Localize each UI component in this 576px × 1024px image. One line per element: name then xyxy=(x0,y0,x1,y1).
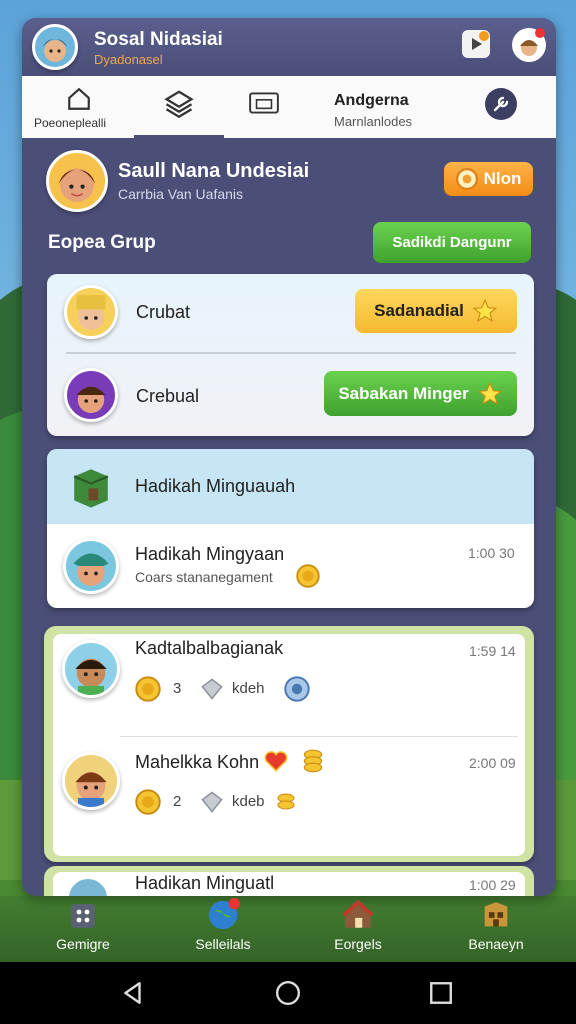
nav-item-home-label: Eorgels xyxy=(334,936,382,952)
coin-icon xyxy=(135,789,161,815)
reward-item-subtitle: Coars stananegament xyxy=(135,569,273,585)
nav-item-shop[interactable]: Benaeyn xyxy=(448,898,544,960)
notification-icon[interactable] xyxy=(462,30,490,58)
divider xyxy=(120,736,518,737)
nav-item-shop-label: Benaeyn xyxy=(468,936,524,952)
member-action-label: Sadanadial xyxy=(374,301,464,320)
coin-icon xyxy=(135,676,161,702)
group-action-button[interactable]: Sadikdi Dangunr xyxy=(373,222,531,263)
reward-card xyxy=(47,449,534,608)
partial-card-inner xyxy=(53,872,525,896)
nav-item-home[interactable]: Eorgels xyxy=(316,898,400,960)
friend-coins: 2 xyxy=(173,793,182,810)
token-icon xyxy=(284,676,310,702)
tab-layers[interactable] xyxy=(134,76,224,138)
reward-card-title: Hadikah Minguauah xyxy=(135,476,296,496)
member-name: Crubat xyxy=(136,302,191,322)
partial-avatar[interactable] xyxy=(66,876,110,896)
profile-avatar[interactable] xyxy=(46,150,108,212)
house-icon xyxy=(342,899,374,928)
profile-name: Saull Nana Undesiai xyxy=(118,160,310,182)
tab-settings[interactable]: Andgerna Marnlanlodes xyxy=(310,76,556,138)
member-action-label: Sabakan Minger xyxy=(338,383,469,403)
gem-icon xyxy=(201,791,223,813)
member-avatar[interactable] xyxy=(64,368,118,422)
nav-item-social-label: Selleilals xyxy=(195,936,251,952)
coin-stack-icon xyxy=(277,793,295,810)
star-icon xyxy=(477,381,502,405)
nav-item-social[interactable]: Selleilals xyxy=(180,898,266,960)
star-icon xyxy=(472,298,498,322)
back-icon[interactable] xyxy=(120,980,146,1006)
tab-home-label: Poeoneplealli xyxy=(34,116,107,130)
header-subtitle: Dyadonasel xyxy=(94,52,163,67)
divider xyxy=(66,352,516,354)
nav-item-game[interactable]: Gemigre xyxy=(42,898,124,960)
coin-stack-icon xyxy=(303,749,323,773)
tab-shop[interactable] xyxy=(224,76,310,138)
member-name: Crebual xyxy=(136,386,200,406)
reward-item-time: 1:00 30 xyxy=(468,545,515,561)
nav-item-game-label: Gemigre xyxy=(56,936,110,952)
status-badge-label: Nlon xyxy=(483,169,522,188)
group-action-label: Sadikdi Dangunr xyxy=(392,234,512,251)
tab-home[interactable]: Poeoneplealli xyxy=(22,76,134,138)
friend-label: kdeh xyxy=(232,680,265,697)
layers-icon xyxy=(164,90,194,118)
coin-icon xyxy=(455,168,478,190)
recents-icon[interactable] xyxy=(428,980,454,1006)
partial-time: 1:00 29 xyxy=(469,877,516,893)
reward-item-avatar[interactable] xyxy=(63,538,119,594)
friend-time: 1:59 14 xyxy=(469,643,516,659)
profile-icon[interactable] xyxy=(512,28,546,62)
member-action-button[interactable]: Sadanadial xyxy=(355,289,517,333)
friend-name: Mahelkka Kohn xyxy=(135,752,260,772)
friend-label: kdeb xyxy=(232,793,265,810)
chest-icon xyxy=(73,469,109,508)
member-avatar[interactable] xyxy=(64,285,118,339)
friend-avatar[interactable] xyxy=(62,752,120,810)
reward-item-title: Hadikah Mingyaan xyxy=(135,544,285,564)
friends-card-inner xyxy=(53,634,525,856)
friend-time: 2:00 09 xyxy=(469,755,516,771)
home-button-icon[interactable] xyxy=(275,980,301,1006)
friend-coins: 3 xyxy=(173,680,182,697)
header-title: Sosal Nidasiai xyxy=(94,29,223,50)
heart-icon xyxy=(264,751,288,772)
shop-icon xyxy=(249,92,279,114)
gem-icon xyxy=(201,678,223,700)
partial-card xyxy=(44,866,534,896)
coin-icon xyxy=(296,564,320,588)
group-title: Eopea Grup xyxy=(48,232,156,253)
tab-settings-sublabel: Marnlanlodes xyxy=(334,114,413,129)
store-icon xyxy=(484,902,508,927)
partial-name: Hadikan Minguatl xyxy=(135,873,275,893)
friend-name: Kadtalbalbagianak xyxy=(135,638,284,658)
profile-subtitle: Carrbia Van Uafanis xyxy=(118,186,244,202)
header-avatar[interactable] xyxy=(32,24,78,70)
wrench-icon[interactable] xyxy=(485,88,517,120)
dice-icon xyxy=(71,904,95,928)
globe-icon xyxy=(208,898,240,930)
friend-avatar[interactable] xyxy=(62,640,120,698)
status-badge-button[interactable]: Nlon xyxy=(444,162,533,196)
home-icon xyxy=(68,87,90,110)
tab-settings-label: Andgerna xyxy=(334,92,409,109)
member-action-button[interactable]: Sabakan Minger xyxy=(324,371,517,416)
